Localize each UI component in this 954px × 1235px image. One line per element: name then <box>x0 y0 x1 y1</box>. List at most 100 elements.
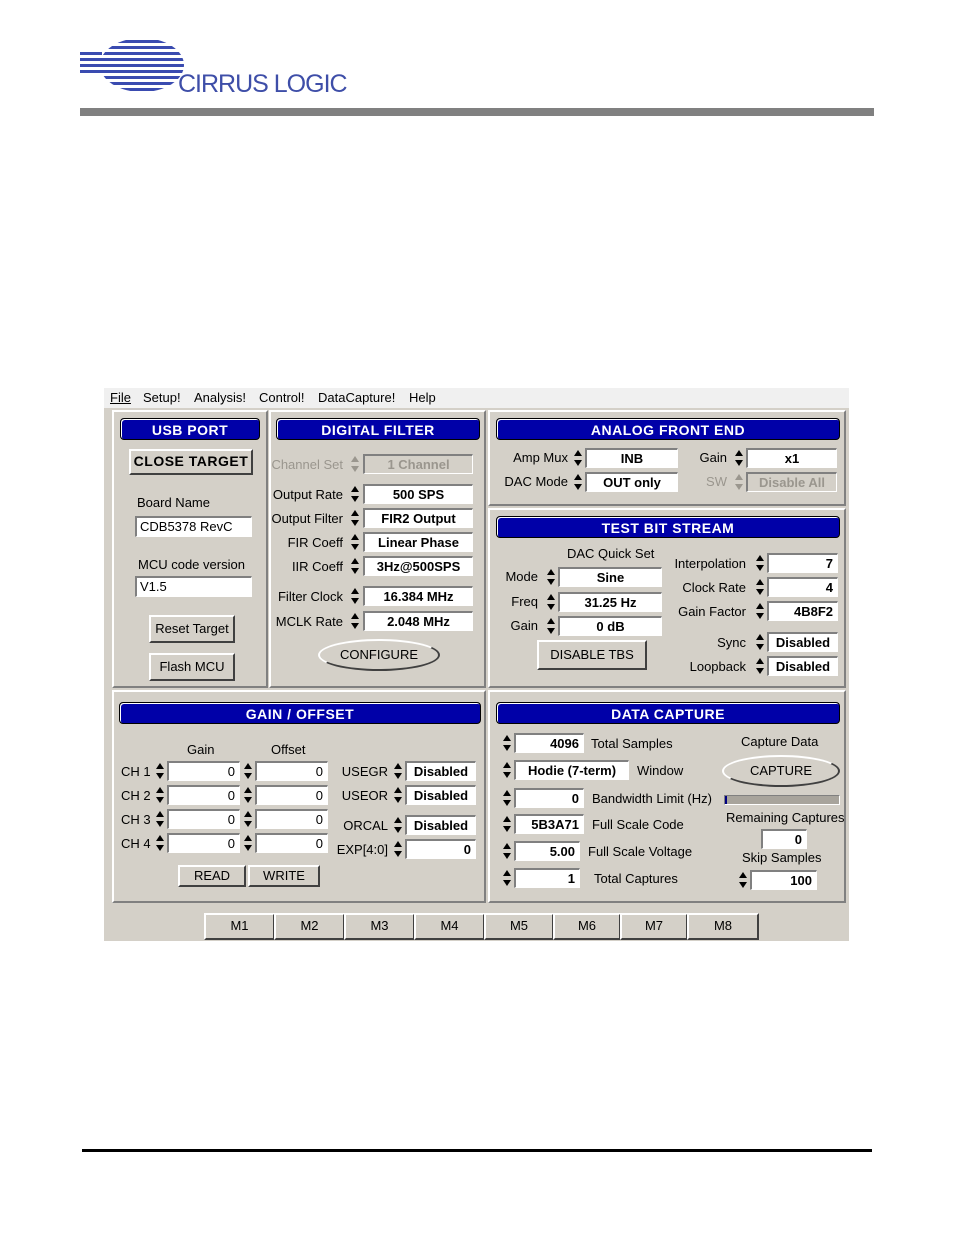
ch3-offset-field[interactable]: 0 <box>255 809 328 829</box>
mcu-version-field[interactable]: V1.5 <box>135 576 252 597</box>
menu-datacapture[interactable]: DataCapture! <box>318 390 395 405</box>
freq-field[interactable]: 31.25 Hz <box>558 592 662 612</box>
skip-samples-spinner[interactable] <box>738 870 748 890</box>
close-target-button[interactable]: CLOSE TARGET <box>129 449 253 475</box>
tab-m4[interactable]: M4 <box>414 913 485 940</box>
dac-mode-spinner[interactable] <box>573 472 583 492</box>
tab-m8[interactable]: M8 <box>687 913 759 940</box>
tab-m2[interactable]: M2 <box>274 913 345 940</box>
tab-m5[interactable]: M5 <box>484 913 554 940</box>
board-name-field[interactable]: CDB5378 RevC <box>135 516 252 537</box>
bandwidth-field[interactable]: 0 <box>514 788 584 808</box>
mclk-rate-spinner[interactable] <box>350 611 360 631</box>
clock-rate-spinner[interactable] <box>755 577 765 597</box>
channel-set-spinner[interactable] <box>350 454 360 474</box>
ch4-gain-spinner[interactable] <box>155 833 165 853</box>
ch2-gain-spinner[interactable] <box>155 785 165 805</box>
amp-mux-spinner[interactable] <box>573 448 583 468</box>
flash-mcu-button[interactable]: Flash MCU <box>149 653 235 681</box>
total-samples-field[interactable]: 4096 <box>514 733 584 753</box>
iir-coeff-field[interactable]: 3Hz@500SPS <box>363 556 473 576</box>
tbs-gain-spinner[interactable] <box>546 616 556 636</box>
ch4-offset-field[interactable]: 0 <box>255 833 328 853</box>
usegr-field[interactable]: Disabled <box>405 761 476 781</box>
filter-clock-field[interactable]: 16.384 MHz <box>363 586 473 606</box>
interpolation-spinner[interactable] <box>755 553 765 573</box>
orcal-field[interactable]: Disabled <box>405 815 476 835</box>
channel-set-field[interactable]: 1 Channel <box>363 454 473 474</box>
ch4-gain-field[interactable]: 0 <box>167 833 240 853</box>
ch3-gain-field[interactable]: 0 <box>167 809 240 829</box>
full-scale-code-spinner[interactable] <box>502 814 512 834</box>
freq-spinner[interactable] <box>546 592 556 612</box>
output-rate-field[interactable]: 500 SPS <box>363 484 473 504</box>
ch2-offset-spinner[interactable] <box>243 785 253 805</box>
exp-field[interactable]: 0 <box>405 839 476 859</box>
loopback-field[interactable]: Disabled <box>767 656 838 676</box>
window-field[interactable]: Hodie (7-term) <box>514 760 629 780</box>
gain-factor-spinner[interactable] <box>755 601 765 621</box>
capture-button[interactable]: CAPTURE <box>722 755 840 787</box>
full-scale-voltage-spinner[interactable] <box>502 841 512 861</box>
loopback-spinner[interactable] <box>755 656 765 676</box>
menu-analysis[interactable]: Analysis! <box>194 390 246 405</box>
ch1-offset-field[interactable]: 0 <box>255 761 328 781</box>
ch1-gain-field[interactable]: 0 <box>167 761 240 781</box>
configure-button[interactable]: CONFIGURE <box>318 639 440 671</box>
ch2-offset-field[interactable]: 0 <box>255 785 328 805</box>
tab-m1[interactable]: M1 <box>204 913 275 940</box>
useor-spinner[interactable] <box>393 785 403 805</box>
ch3-gain-spinner[interactable] <box>155 809 165 829</box>
tab-m3[interactable]: M3 <box>344 913 415 940</box>
mode-field[interactable]: Sine <box>558 567 662 587</box>
read-button[interactable]: READ <box>178 865 246 887</box>
sw-field[interactable]: Disable All <box>746 472 837 492</box>
iir-coeff-spinner[interactable] <box>350 556 360 576</box>
sync-spinner[interactable] <box>755 632 765 652</box>
tab-m6[interactable]: M6 <box>553 913 621 940</box>
afe-gain-spinner[interactable] <box>734 448 744 468</box>
fir-coeff-spinner[interactable] <box>350 532 360 552</box>
write-button[interactable]: WRITE <box>248 865 320 887</box>
total-samples-spinner[interactable] <box>502 733 512 753</box>
orcal-spinner[interactable] <box>393 815 403 835</box>
menu-control[interactable]: Control! <box>259 390 305 405</box>
disable-tbs-button[interactable]: DISABLE TBS <box>537 640 647 670</box>
reset-target-button[interactable]: Reset Target <box>149 615 235 643</box>
full-scale-code-field[interactable]: 5B3A71 <box>514 814 584 834</box>
full-scale-voltage-field[interactable]: 5.00 <box>514 841 580 861</box>
total-captures-spinner[interactable] <box>502 868 512 888</box>
output-rate-spinner[interactable] <box>350 484 360 504</box>
usegr-spinner[interactable] <box>393 761 403 781</box>
menu-file[interactable]: File <box>110 390 131 405</box>
skip-samples-field[interactable]: 100 <box>750 870 817 890</box>
sw-spinner[interactable] <box>734 472 744 492</box>
ch3-offset-spinner[interactable] <box>243 809 253 829</box>
ch2-gain-field[interactable]: 0 <box>167 785 240 805</box>
total-captures-field[interactable]: 1 <box>514 868 580 888</box>
bandwidth-spinner[interactable] <box>502 788 512 808</box>
mode-spinner[interactable] <box>546 567 556 587</box>
output-filter-field[interactable]: FIR2 Output <box>363 508 473 528</box>
ch1-gain-spinner[interactable] <box>155 761 165 781</box>
useor-field[interactable]: Disabled <box>405 785 476 805</box>
fir-coeff-field[interactable]: Linear Phase <box>363 532 473 552</box>
sync-field[interactable]: Disabled <box>767 632 838 652</box>
gain-factor-field[interactable]: 4B8F2 <box>767 601 838 621</box>
menu-setup[interactable]: Setup! <box>143 390 181 405</box>
dac-mode-field[interactable]: OUT only <box>585 472 678 492</box>
menu-help[interactable]: Help <box>409 390 436 405</box>
tbs-gain-field[interactable]: 0 dB <box>558 616 662 636</box>
interpolation-field[interactable]: 7 <box>767 553 838 573</box>
afe-gain-field[interactable]: x1 <box>746 448 837 468</box>
ch1-offset-spinner[interactable] <box>243 761 253 781</box>
mclk-rate-field[interactable]: 2.048 MHz <box>363 611 473 631</box>
tab-m7[interactable]: M7 <box>620 913 688 940</box>
filter-clock-spinner[interactable] <box>350 586 360 606</box>
exp-spinner[interactable] <box>393 839 403 859</box>
clock-rate-field[interactable]: 4 <box>767 577 838 597</box>
window-spinner[interactable] <box>502 760 512 780</box>
amp-mux-field[interactable]: INB <box>585 448 678 468</box>
ch4-offset-spinner[interactable] <box>243 833 253 853</box>
output-filter-spinner[interactable] <box>350 508 360 528</box>
